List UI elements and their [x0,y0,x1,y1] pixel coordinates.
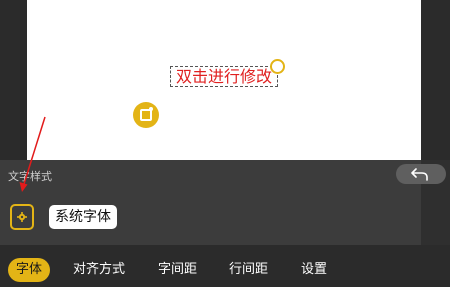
undo-button[interactable] [396,164,446,184]
canvas-area: 双击进行修改 [0,0,450,160]
tab-alignment[interactable]: 对齐方式 [73,258,125,282]
gear-icon [17,212,27,222]
resize-dot-icon [149,107,153,111]
current-font-chip[interactable]: 系统字体 [49,205,117,229]
text-style-panel: 文字样式 系统字体 [0,160,450,245]
tab-letter-spacing[interactable]: 字间距 [158,258,197,282]
font-settings-button[interactable] [10,204,34,230]
panel-title: 文字样式 [8,170,52,183]
rotate-handle[interactable] [270,59,285,74]
tab-bar: 字体 对齐方式 字间距 行间距 设置 [0,245,450,287]
undo-icon [411,168,428,181]
editable-text-box[interactable]: 双击进行修改 [170,66,278,87]
resize-handle[interactable] [133,102,159,128]
tab-font[interactable]: 字体 [8,258,51,282]
tab-line-spacing[interactable]: 行间距 [229,258,268,282]
tab-settings[interactable]: 设置 [301,258,327,282]
